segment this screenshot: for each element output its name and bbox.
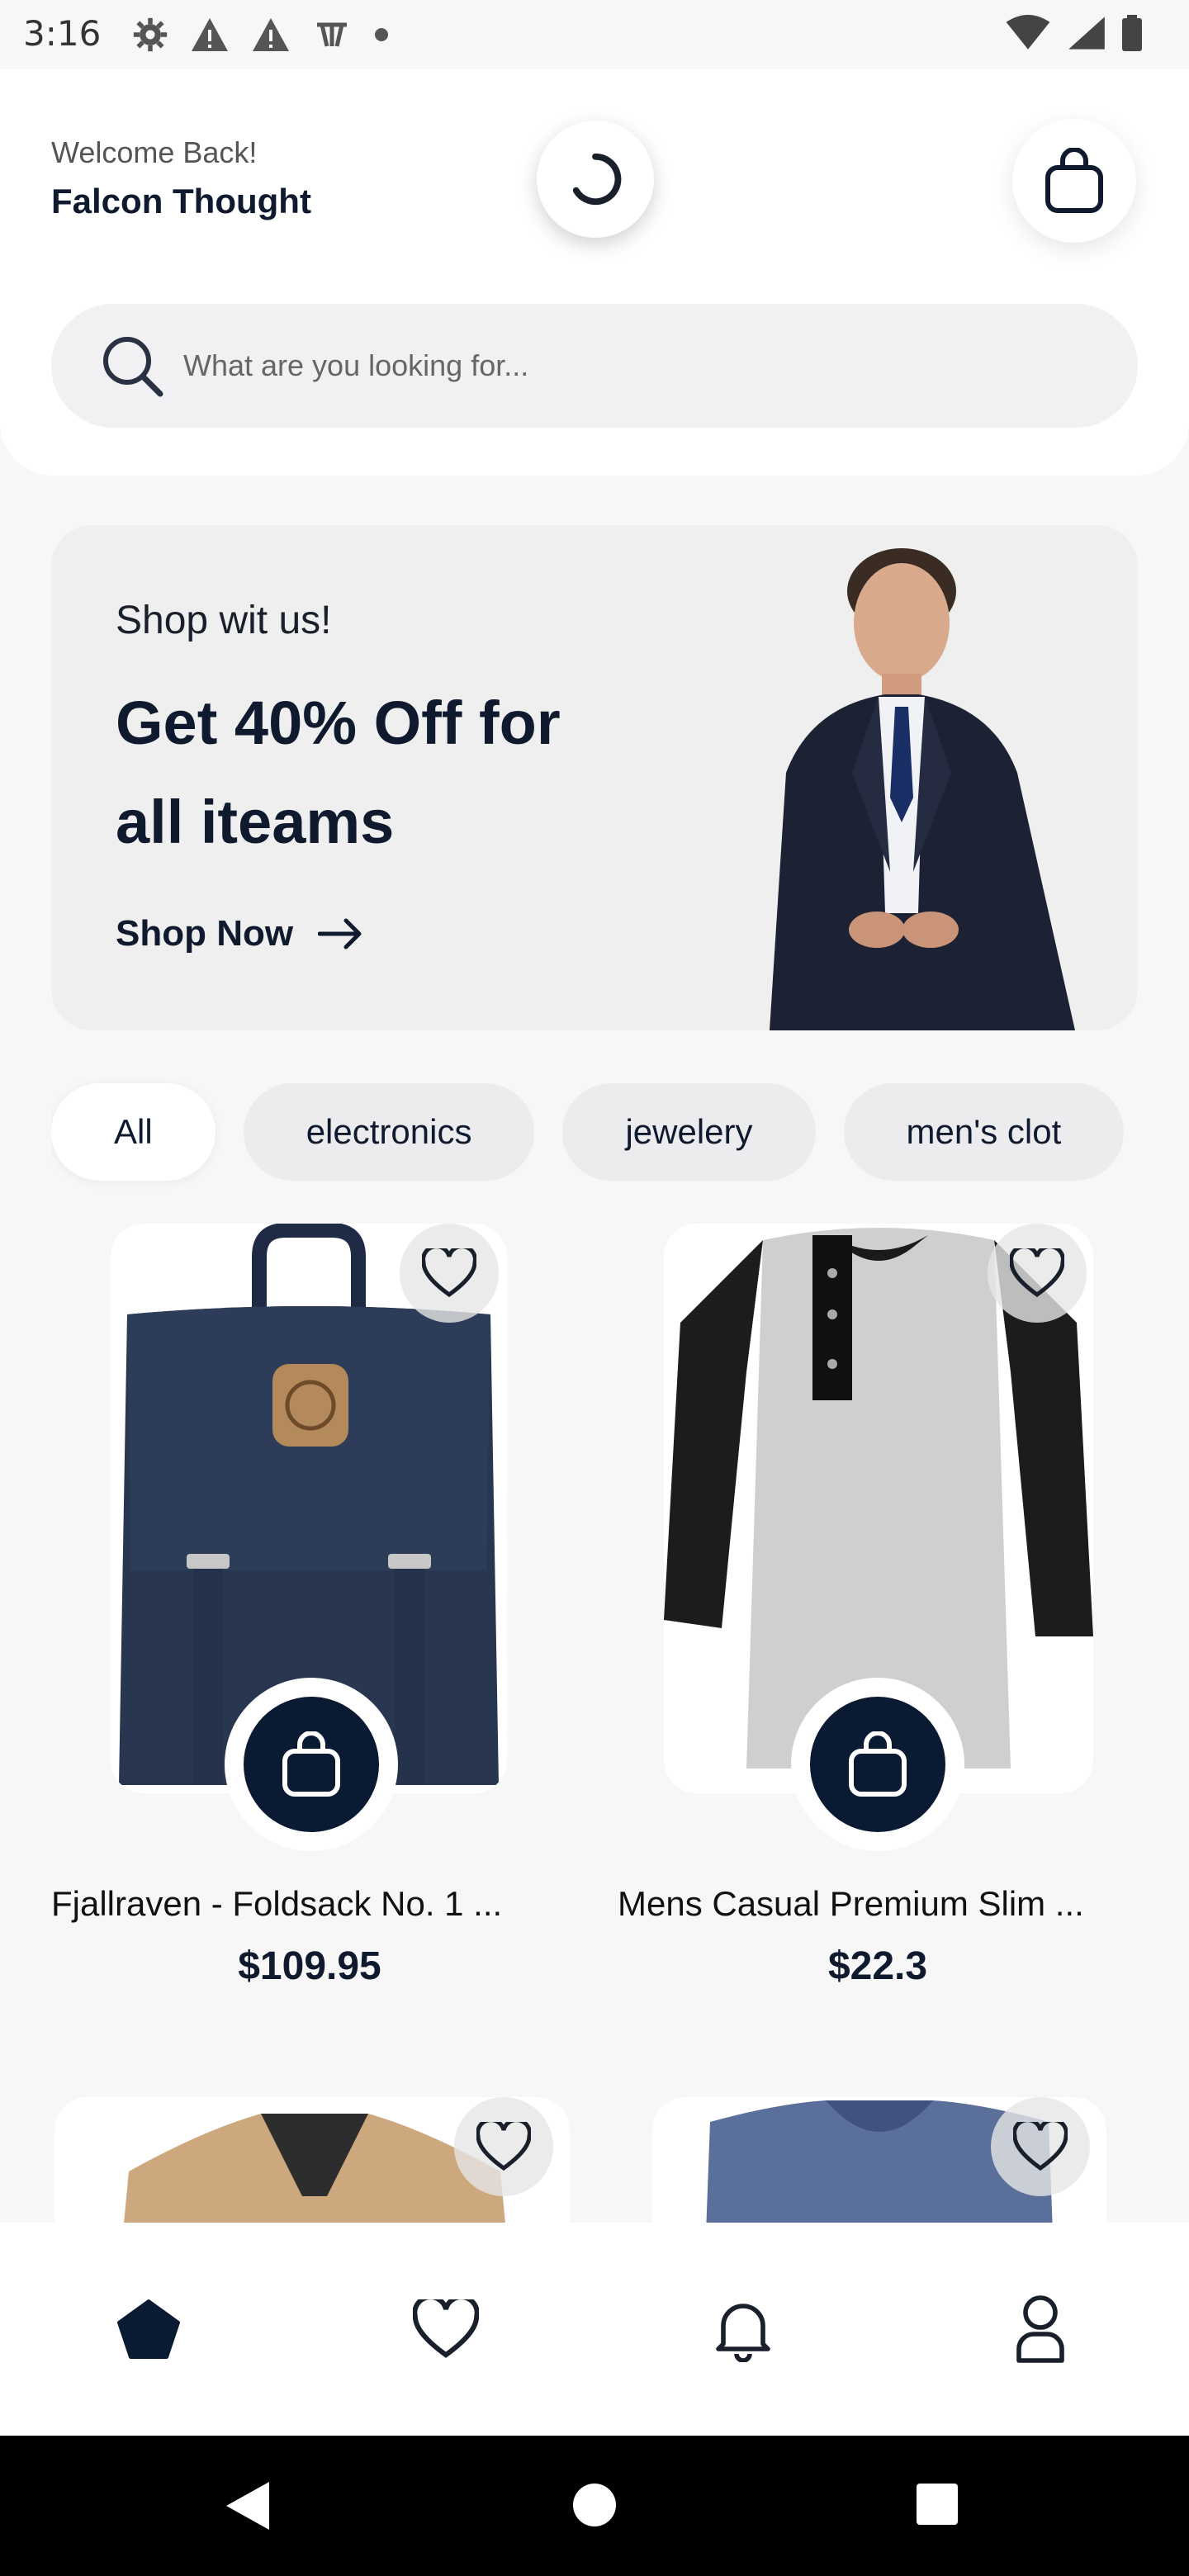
nav-notifications[interactable] (694, 2280, 793, 2379)
heart-icon (476, 2122, 531, 2171)
home-circle-icon[interactable] (571, 2482, 618, 2528)
category-chips: All electronics jewelery men's clot (51, 1065, 1138, 1199)
loading-spinner (537, 121, 654, 238)
status-icons-left (132, 17, 390, 53)
welcome-text: Welcome Back! (51, 135, 258, 169)
product-card[interactable]: Mens Casual Premium Slim ... $22.3 (618, 1224, 1138, 2016)
category-chip-jewelery[interactable]: jewelery (562, 1083, 816, 1181)
bottom-navigation (0, 2223, 1189, 2436)
product-card[interactable] (51, 2097, 571, 2223)
product-price: $22.3 (827, 1944, 928, 1988)
heart-icon (422, 1248, 476, 1298)
category-chip-electronics[interactable]: electronics (243, 1083, 535, 1181)
favorite-button[interactable] (400, 1224, 499, 1323)
product-card[interactable] (652, 2097, 1106, 2223)
product-price: $109.95 (238, 1944, 381, 1988)
antenna-icon (317, 22, 347, 47)
favorite-button[interactable] (454, 2097, 553, 2196)
back-icon[interactable] (223, 2479, 272, 2533)
loading-icon (572, 153, 622, 206)
shop-now-button[interactable]: Shop Now (116, 913, 364, 954)
wifi-icon (1006, 15, 1050, 50)
heart-icon (413, 2299, 479, 2358)
user-name: Falcon Thought (51, 182, 311, 220)
shopping-bag-icon (282, 1731, 340, 1797)
home-icon (117, 2299, 180, 2359)
status-time: 3:16 (23, 13, 102, 54)
add-to-cart-button[interactable] (225, 1678, 398, 1851)
nav-home[interactable] (99, 2280, 198, 2379)
product-title: Mens Casual Premium Slim ... (618, 1884, 1084, 1923)
search-bar[interactable] (51, 304, 1138, 428)
shopping-bag-icon (1045, 148, 1103, 213)
banner-headline: Get 40% Off for all iteams (116, 689, 561, 856)
search-input[interactable] (183, 348, 1009, 383)
battery-icon (1122, 15, 1142, 51)
recents-icon[interactable] (915, 2482, 959, 2526)
dot-icon (375, 28, 388, 41)
heart-icon (1010, 1248, 1064, 1298)
banner-model-image (770, 548, 1075, 1030)
warning-icon (192, 18, 228, 51)
nav-profile[interactable] (991, 2280, 1090, 2379)
category-chip-all[interactable]: All (51, 1083, 216, 1181)
shopping-bag-icon (849, 1731, 907, 1797)
banner-kicker: Shop wit us! (116, 599, 332, 642)
system-navigation-bar (0, 2436, 1189, 2576)
favorite-button[interactable] (988, 1224, 1087, 1323)
settings-icon (133, 17, 168, 52)
add-to-cart-button[interactable] (791, 1678, 964, 1851)
category-chip-mens-clothing[interactable]: men's clot (843, 1083, 1125, 1181)
nav-favorites[interactable] (396, 2280, 495, 2379)
product-card[interactable]: Fjallraven - Foldsack No. 1 ... $109.95 (51, 1224, 563, 2016)
heart-icon (1013, 2122, 1068, 2171)
shop-now-label: Shop Now (116, 913, 294, 954)
status-bar: 3:16 (0, 0, 1189, 69)
warning-icon-2 (253, 18, 289, 51)
cart-button[interactable] (1012, 119, 1136, 243)
profile-icon (1016, 2295, 1064, 2363)
product-title: Fjallraven - Foldsack No. 1 ... (51, 1884, 503, 1923)
favorite-button[interactable] (991, 2097, 1090, 2196)
arrow-right-icon (318, 918, 362, 949)
search-icon (97, 331, 167, 400)
signal-icon (1068, 17, 1105, 50)
promo-banner[interactable]: Shop wit us! Get 40% Off for all iteams … (51, 525, 1138, 1030)
status-icons-right (1004, 15, 1143, 51)
bell-icon (716, 2304, 770, 2362)
